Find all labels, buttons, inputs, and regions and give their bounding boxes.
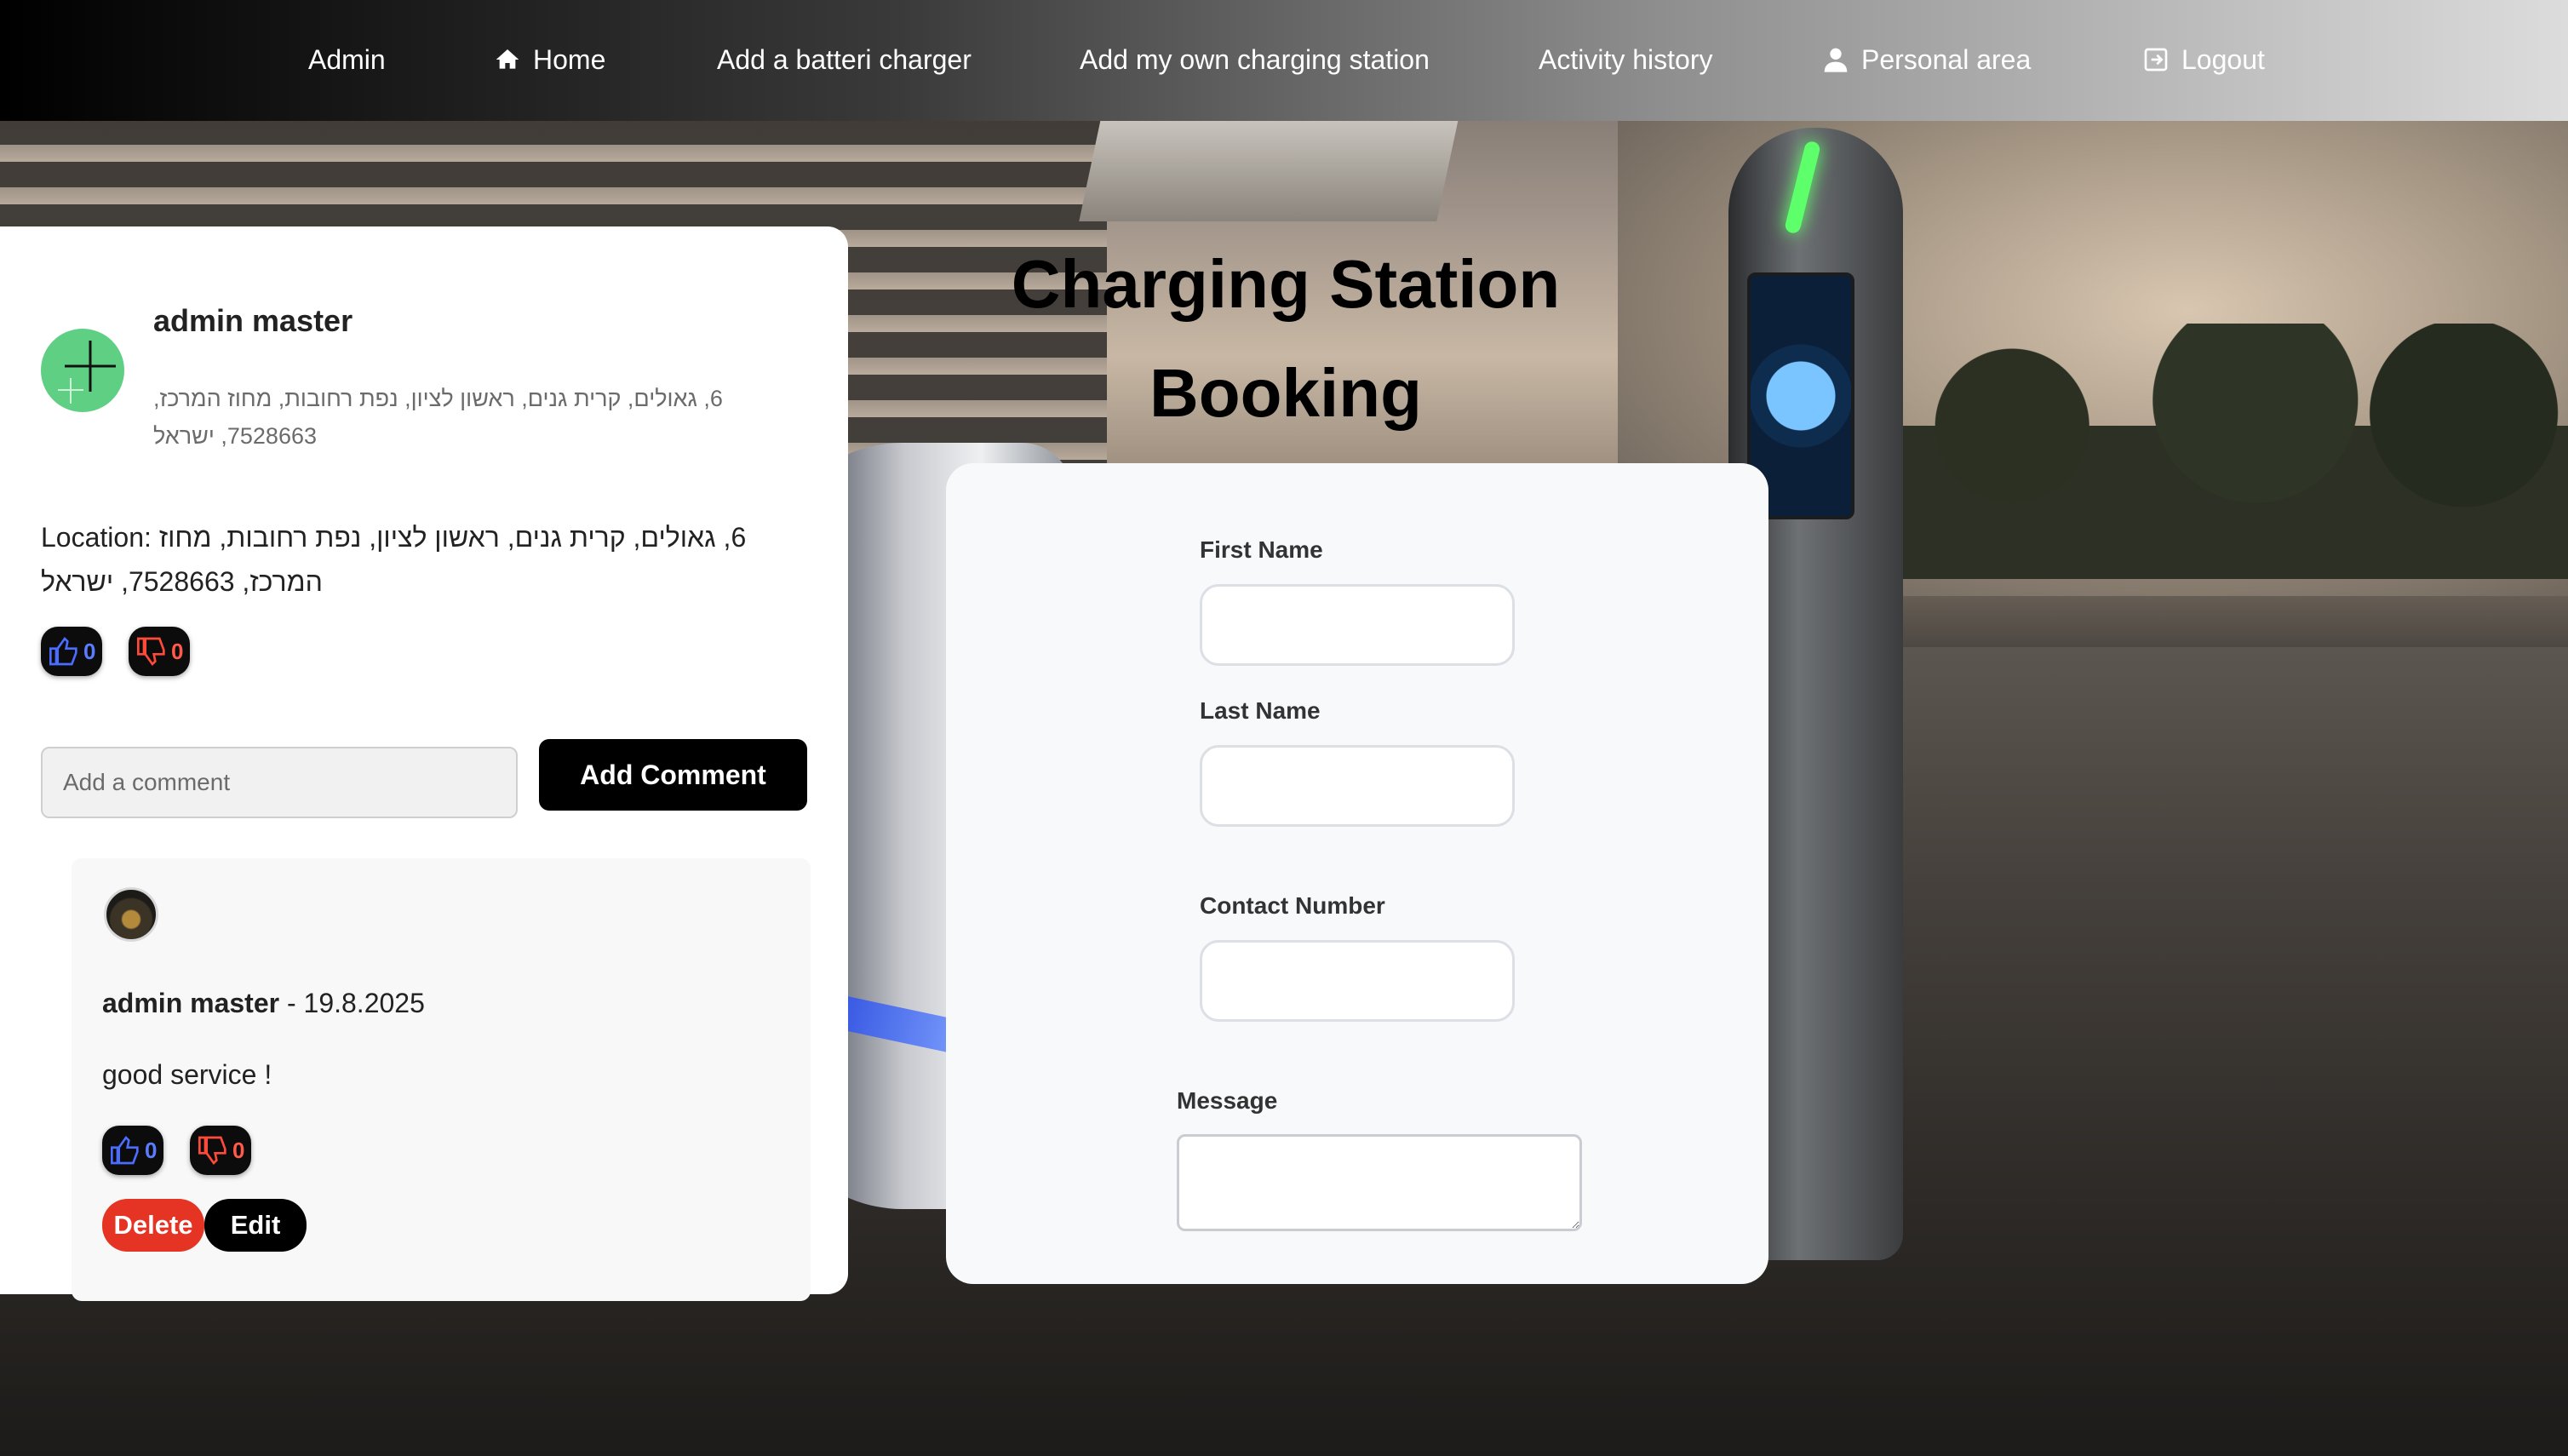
nav-logout[interactable]: Logout	[2142, 41, 2265, 78]
thumbs-down-icon	[137, 637, 165, 667]
station-dislike-count: 0	[171, 638, 184, 664]
station-owner-name: admin master	[153, 303, 353, 338]
thumbs-up-icon	[111, 1135, 139, 1165]
message-field[interactable]	[1177, 1134, 1582, 1231]
comment-text: good service !	[102, 1059, 272, 1090]
nav-logout-label: Logout	[2181, 43, 2265, 75]
location-label: Location:	[41, 522, 152, 553]
nav-add-charger-label: Add a batteri charger	[717, 43, 972, 75]
last-name-field[interactable]	[1200, 745, 1515, 827]
comment-separator: -	[279, 988, 304, 1018]
nav-admin[interactable]: Admin	[308, 41, 386, 78]
nav-add-own-station-label: Add my own charging station	[1080, 43, 1430, 75]
first-name-field[interactable]	[1200, 584, 1515, 666]
comment-delete-button[interactable]: Delete	[102, 1199, 204, 1252]
logout-icon	[2144, 48, 2168, 72]
thumbs-down-icon	[198, 1136, 226, 1166]
contact-number-field[interactable]	[1200, 940, 1515, 1022]
contact-number-label: Contact Number	[1200, 892, 1385, 919]
comment-like-button[interactable]: 0	[102, 1126, 164, 1175]
comment-dislike-count: 0	[232, 1137, 245, 1163]
comment-author-avatar	[104, 887, 158, 942]
nav-home[interactable]: Home	[494, 41, 605, 78]
page-title-line2: Booking	[1149, 355, 1422, 431]
background-roof	[1079, 119, 1459, 221]
comment-input[interactable]	[41, 747, 518, 818]
comment-like-count: 0	[145, 1137, 158, 1163]
comment-date: 19.8.2025	[303, 988, 425, 1018]
home-icon	[496, 49, 519, 69]
station-dislike-button[interactable]: 0	[129, 627, 191, 676]
nav-home-label: Home	[533, 43, 606, 75]
station-location: Location: 6, גאולים, קרית גנים, ראשון לצ…	[41, 515, 807, 604]
background-trees	[1873, 324, 2568, 579]
first-name-label: First Name	[1200, 536, 1323, 563]
nav-personal-area-label: Personal area	[1861, 43, 2032, 75]
comment-meta: admin master - 19.8.2025	[102, 988, 425, 1019]
nav-add-charger[interactable]: Add a batteri charger	[717, 41, 972, 78]
station-address: 6, גאולים, קרית גנים, ראשון לציון, נפת ר…	[153, 386, 723, 449]
plus-icon	[58, 341, 116, 404]
station-like-count: 0	[83, 638, 96, 664]
station-like-button[interactable]: 0	[41, 627, 103, 676]
page-title-line1: Charging Station	[1011, 246, 1561, 322]
nav-personal-area[interactable]: Personal area	[1822, 41, 2031, 78]
comment-dislike-button[interactable]: 0	[190, 1126, 252, 1175]
nav-activity-history[interactable]: Activity history	[1539, 41, 1712, 78]
user-icon	[1824, 48, 1848, 72]
station-avatar[interactable]	[41, 329, 124, 412]
page-title: Charging Station Booking	[945, 230, 1626, 448]
thumbs-up-icon	[49, 636, 77, 666]
nav-add-own-station[interactable]: Add my own charging station	[1080, 41, 1430, 78]
comment-author: admin master	[102, 988, 280, 1018]
nav-admin-label: Admin	[308, 43, 386, 75]
add-comment-button[interactable]: Add Comment	[539, 739, 807, 811]
top-nav: Admin Home Add a batteri charger Add my …	[0, 0, 2568, 121]
last-name-label: Last Name	[1200, 697, 1321, 724]
nav-activity-history-label: Activity history	[1539, 43, 1713, 75]
message-label: Message	[1177, 1087, 1278, 1114]
comment-edit-button[interactable]: Edit	[204, 1199, 307, 1252]
